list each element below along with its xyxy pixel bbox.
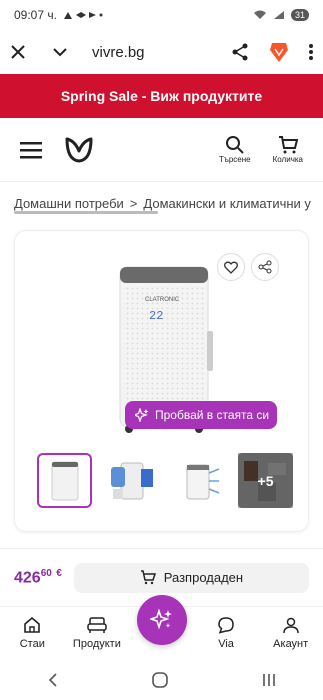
cart-label: Количка bbox=[272, 155, 303, 164]
battery-indicator: 31 bbox=[290, 9, 309, 21]
system-navigation-bar bbox=[0, 660, 323, 700]
share-icon bbox=[258, 260, 272, 274]
back-icon[interactable] bbox=[47, 672, 59, 688]
try-in-room-button[interactable]: Пробвай в стаята си bbox=[125, 401, 277, 429]
thumbnail-3[interactable] bbox=[171, 453, 226, 508]
sold-out-label: Разпродаден bbox=[163, 570, 244, 585]
brave-lion-icon[interactable] bbox=[269, 41, 289, 63]
wifi-icon bbox=[253, 10, 266, 19]
search-icon bbox=[225, 136, 244, 154]
nav-via[interactable]: Via bbox=[196, 616, 256, 650]
share-icon[interactable] bbox=[231, 43, 249, 61]
vivre-logo-icon[interactable] bbox=[64, 136, 94, 164]
price: 42660 € bbox=[14, 568, 62, 587]
home-button-icon[interactable] bbox=[151, 672, 168, 688]
price-currency: € bbox=[56, 567, 62, 579]
promo-banner-text[interactable]: Spring Sale - Виж продуктите bbox=[61, 88, 262, 104]
thumbnail-1[interactable] bbox=[37, 453, 92, 508]
favorite-button[interactable] bbox=[217, 253, 245, 281]
svg-text:CLATRONIC: CLATRONIC bbox=[145, 297, 180, 303]
status-bar: 09:07 ч. 31 bbox=[0, 0, 323, 30]
sparkle-icon bbox=[135, 408, 149, 422]
sold-out-button[interactable]: Разпродаден bbox=[73, 562, 309, 593]
cart-button[interactable]: Количка bbox=[273, 135, 303, 164]
thumbnail-strip: +5 bbox=[37, 453, 293, 508]
url-text[interactable]: vivre.bg bbox=[92, 44, 145, 61]
breadcrumb-item-home-goods[interactable]: Домашни потреби bbox=[14, 196, 124, 211]
heart-icon bbox=[224, 261, 238, 274]
notification-icons bbox=[63, 12, 103, 19]
promo-banner[interactable]: Spring Sale - Виж продуктите bbox=[0, 74, 323, 118]
site-header: Търсене Количка bbox=[0, 118, 323, 182]
breadcrumb-separator: > bbox=[129, 196, 138, 211]
try-in-room-label: Пробвай в стаята си bbox=[155, 408, 270, 422]
close-icon[interactable] bbox=[10, 44, 26, 60]
chevron-down-icon[interactable] bbox=[52, 44, 68, 60]
price-main: 426 bbox=[14, 569, 41, 587]
breadcrumb-scrollbar[interactable] bbox=[14, 211, 158, 214]
search-label: Търсене bbox=[218, 155, 251, 164]
recent-apps-icon[interactable] bbox=[261, 672, 277, 688]
share-product-button[interactable] bbox=[251, 253, 279, 281]
signal-icon bbox=[273, 11, 284, 19]
search-button[interactable]: Търсене bbox=[219, 135, 251, 164]
thumbnail-2[interactable] bbox=[104, 453, 159, 508]
product-display-value: 22 bbox=[149, 309, 163, 323]
chat-bubble-icon bbox=[218, 616, 234, 634]
cart-icon bbox=[278, 136, 298, 154]
ai-assistant-button[interactable] bbox=[137, 595, 187, 645]
nav-account-label: Акаунт bbox=[273, 637, 309, 650]
price-cents: 60 bbox=[40, 567, 52, 579]
user-icon bbox=[282, 617, 299, 633]
nav-rooms[interactable]: Стаи bbox=[2, 616, 62, 650]
thumbnail-more[interactable]: +5 bbox=[238, 453, 293, 508]
product-gallery-card: CLATRONIC 22 Пробвай в стаята си +5 bbox=[14, 230, 309, 532]
more-vertical-icon[interactable] bbox=[309, 44, 313, 60]
nav-products-label: Продукти bbox=[72, 637, 121, 650]
nav-account[interactable]: Акаунт bbox=[261, 616, 321, 650]
hamburger-menu-icon[interactable] bbox=[20, 141, 42, 159]
breadcrumb-item-appliances[interactable]: Домакински и климатични у bbox=[143, 196, 311, 211]
sparkle-icon bbox=[150, 608, 172, 630]
status-time: 09:07 ч. bbox=[14, 8, 57, 22]
breadcrumb: Домашни потреби > Домакински и климатични … bbox=[14, 196, 323, 211]
nav-rooms-label: Стаи bbox=[19, 637, 45, 650]
nav-products[interactable]: Продукти bbox=[67, 616, 127, 650]
browser-toolbar: vivre.bg bbox=[0, 30, 323, 74]
nav-via-label: Via bbox=[218, 637, 234, 650]
cart-icon bbox=[140, 570, 156, 585]
more-images-count: +5 bbox=[238, 453, 293, 508]
home-icon bbox=[24, 616, 41, 633]
sofa-icon bbox=[87, 616, 107, 633]
